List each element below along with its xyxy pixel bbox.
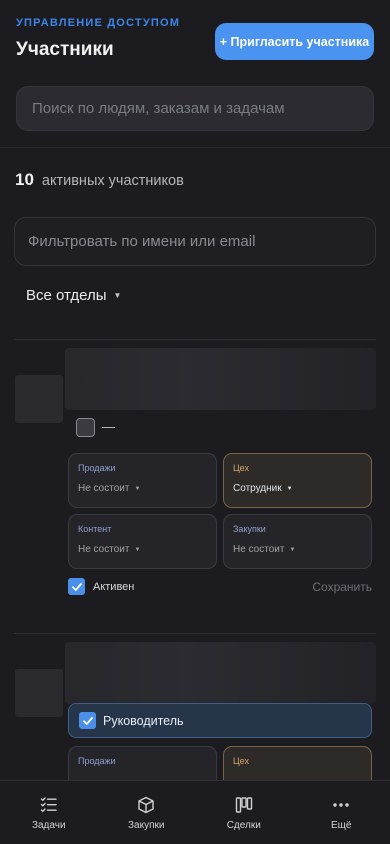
- role-card-workshop[interactable]: Цех Сотрудник ▼: [223, 453, 372, 508]
- kanban-icon: [235, 797, 252, 813]
- page-eyebrow: УПРАВЛЕНИЕ ДОСТУПОМ: [16, 17, 181, 29]
- tab-deals[interactable]: Сделки: [195, 781, 293, 844]
- manager-status-text: —: [102, 419, 115, 434]
- member-info-redacted: [65, 642, 376, 704]
- role-dept-label: Цех: [233, 756, 249, 766]
- save-button[interactable]: Сохранить: [312, 580, 372, 594]
- role-card-content[interactable]: Контент Не состоит ▼: [68, 514, 217, 569]
- department-select[interactable]: Все отделы ▼: [26, 287, 121, 304]
- caret-down-icon: ▼: [134, 546, 141, 553]
- active-members-label: активных участников: [41, 173, 184, 189]
- caret-down-icon: ▼: [286, 485, 293, 492]
- list-divider: [14, 339, 376, 340]
- role-dept-label: Продажи: [78, 463, 116, 473]
- active-members-summary: 10 активных участников: [15, 170, 184, 190]
- role-select[interactable]: Не состоит ▼: [78, 483, 140, 494]
- manager-checkbox[interactable]: [79, 712, 96, 729]
- role-dept-label: Продажи: [78, 756, 116, 766]
- tab-tasks[interactable]: Задачи: [0, 781, 98, 844]
- tab-label: Сделки: [226, 820, 261, 831]
- tasks-icon: [40, 797, 57, 813]
- checkmark-icon: [82, 716, 93, 725]
- active-toggle[interactable]: Активен: [68, 578, 134, 595]
- tab-more[interactable]: Ещё: [293, 781, 390, 844]
- tab-label: Ещё: [331, 820, 352, 831]
- role-dept-label: Закупки: [233, 524, 266, 534]
- role-select[interactable]: Не состоит ▼: [78, 544, 140, 555]
- list-divider: [14, 633, 376, 634]
- bottom-tab-bar: Задачи Закупки Сделки Ещё: [0, 780, 390, 844]
- invite-member-button[interactable]: + Пригласить участника: [215, 23, 374, 60]
- manager-label: Руководитель: [103, 714, 184, 728]
- caret-down-icon: ▼: [134, 485, 141, 492]
- tab-label: Задачи: [31, 820, 66, 831]
- manager-checkbox[interactable]: [76, 418, 95, 437]
- role-dept-label: Контент: [78, 524, 112, 534]
- active-checkbox[interactable]: [68, 578, 85, 595]
- role-select[interactable]: Не состоит ▼: [233, 544, 295, 555]
- search-input[interactable]: Поиск по людям, заказам и задачам: [16, 86, 374, 131]
- active-members-count: 10: [15, 170, 34, 189]
- role-select[interactable]: Сотрудник ▼: [233, 483, 293, 494]
- name-email-filter-input[interactable]: Фильтровать по имени или email: [14, 217, 376, 266]
- page-title: Участники: [16, 39, 114, 60]
- department-select-value: Все отделы: [26, 287, 107, 304]
- checkmark-icon: [71, 582, 82, 591]
- avatar: [15, 669, 63, 717]
- role-dept-label: Цех: [233, 463, 249, 473]
- page-header: УПРАВЛЕНИЕ ДОСТУПОМ Участники + Пригласи…: [0, 0, 390, 148]
- tab-purchasing[interactable]: Закупки: [98, 781, 196, 844]
- more-icon: [333, 803, 349, 807]
- caret-down-icon: ▼: [289, 546, 296, 553]
- caret-down-icon: ▼: [113, 291, 122, 300]
- avatar: [15, 375, 63, 423]
- manager-toggle[interactable]: Руководитель: [68, 703, 372, 738]
- member-info-redacted: [65, 348, 376, 410]
- box-icon: [138, 796, 154, 814]
- tab-label: Закупки: [128, 820, 165, 831]
- role-card-purchasing[interactable]: Закупки Не состоит ▼: [223, 514, 372, 569]
- role-card-sales[interactable]: Продажи Не состоит ▼: [68, 453, 217, 508]
- active-label: Активен: [93, 580, 135, 593]
